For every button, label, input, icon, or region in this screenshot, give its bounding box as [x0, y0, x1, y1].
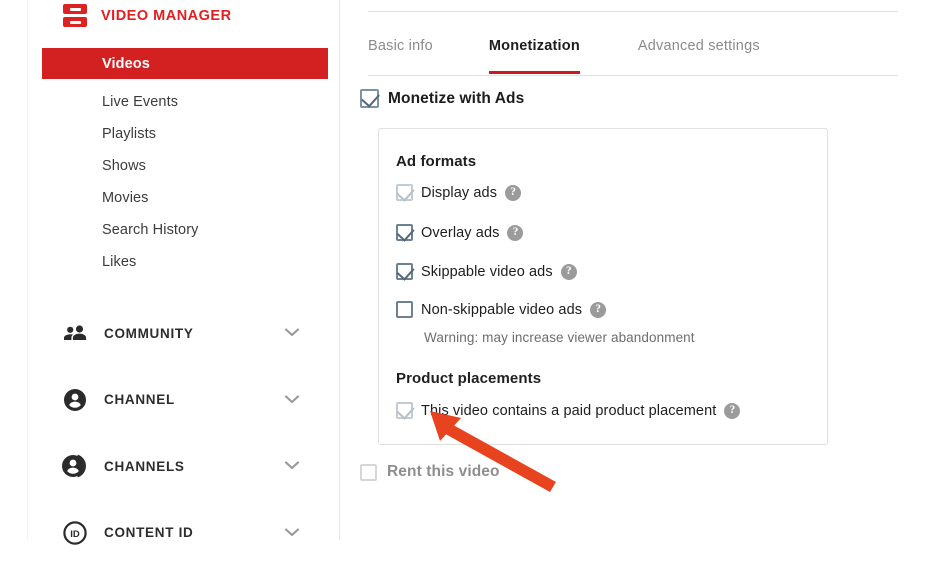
help-icon[interactable]: ?: [590, 302, 606, 318]
sidebar-item-videos-label: Videos: [102, 56, 150, 72]
non-skippable-video-ads-row[interactable]: Non-skippable video ads ?: [396, 301, 606, 318]
skippable-video-ads-row[interactable]: Skippable video ads ?: [396, 263, 577, 280]
help-icon[interactable]: ?: [505, 185, 521, 201]
tab-advanced-settings[interactable]: Advanced settings: [638, 38, 760, 74]
sidebar-section-channels[interactable]: CHANNELS: [62, 433, 322, 500]
sidebar-section-channel-label: CHANNEL: [104, 392, 175, 407]
sidebar-section-community[interactable]: COMMUNITY: [62, 300, 322, 367]
chevron-down-icon[interactable]: [284, 524, 300, 542]
sidebar-item-live-events-label: Live Events: [102, 94, 178, 110]
people-icon: [62, 320, 88, 346]
brand-video-manager[interactable]: VIDEO MANAGER: [63, 3, 232, 29]
tab-basic-info[interactable]: Basic info: [368, 38, 433, 74]
sidebar-nav-list: Live Events Playlists Shows Movies Searc…: [102, 86, 199, 278]
video-manager-app: VIDEO MANAGER Videos Live Events Playlis…: [0, 0, 940, 540]
tab-monetization-label: Monetization: [489, 38, 580, 54]
skippable-video-ads-checkbox[interactable]: [396, 263, 413, 280]
sidebar-item-likes[interactable]: Likes: [102, 246, 199, 278]
sidebar-item-likes-label: Likes: [102, 254, 136, 270]
product-placement-label: This video contains a paid product place…: [421, 403, 716, 419]
content-id-icon: ID: [62, 520, 88, 546]
monetize-with-ads-checkbox[interactable]: [360, 89, 379, 108]
sidebar-left-divider: [27, 0, 28, 540]
sidebar-section-content-id[interactable]: ID CONTENT ID: [62, 500, 322, 566]
overlay-ads-label: Overlay ads: [421, 225, 499, 241]
chevron-down-icon[interactable]: [284, 324, 300, 342]
skippable-video-ads-label: Skippable video ads: [421, 264, 553, 280]
sidebar-item-search-history[interactable]: Search History: [102, 214, 199, 246]
tab-basic-info-label: Basic info: [368, 38, 433, 54]
monetization-options-panel: Ad formats Display ads ? Overlay ads ? S…: [378, 128, 828, 445]
sidebar-item-playlists[interactable]: Playlists: [102, 118, 199, 150]
rent-this-video-row[interactable]: Rent this video: [360, 463, 500, 481]
overlay-ads-checkbox[interactable]: [396, 224, 413, 241]
product-placements-heading: Product placements: [396, 370, 541, 387]
non-skippable-warning-text: Warning: may increase viewer abandonment: [424, 330, 695, 345]
tab-bar: Basic info Monetization Advanced setting…: [368, 38, 760, 76]
non-skippable-video-ads-checkbox[interactable]: [396, 301, 413, 318]
chevron-down-icon[interactable]: [284, 391, 300, 409]
tab-bar-divider: [368, 75, 898, 76]
display-ads-row[interactable]: Display ads ?: [396, 184, 521, 201]
person-circle-icon: [62, 387, 88, 413]
svg-text:ID: ID: [70, 529, 80, 540]
rent-this-video-checkbox[interactable]: [360, 464, 377, 481]
help-icon[interactable]: ?: [561, 264, 577, 280]
sidebar-item-playlists-label: Playlists: [102, 126, 156, 142]
sidebar-sections: COMMUNITY CHANNEL: [62, 300, 322, 566]
product-placement-checkbox[interactable]: [396, 402, 413, 419]
sidebar-item-videos[interactable]: Videos: [42, 48, 328, 79]
main-content: Basic info Monetization Advanced setting…: [340, 0, 940, 540]
sidebar-item-movies-label: Movies: [102, 190, 149, 206]
sidebar-item-shows[interactable]: Shows: [102, 150, 199, 182]
monetize-with-ads-label: Monetize with Ads: [388, 90, 524, 108]
non-skippable-video-ads-label: Non-skippable video ads: [421, 302, 582, 318]
brand-label: VIDEO MANAGER: [101, 8, 232, 24]
overlay-ads-row[interactable]: Overlay ads ?: [396, 224, 523, 241]
monetize-with-ads-row[interactable]: Monetize with Ads: [360, 89, 524, 108]
help-icon[interactable]: ?: [507, 225, 523, 241]
sidebar-section-content-id-label: CONTENT ID: [104, 525, 194, 540]
sidebar-section-channel[interactable]: CHANNEL: [62, 367, 322, 434]
sidebar-item-shows-label: Shows: [102, 158, 146, 174]
product-placement-row[interactable]: This video contains a paid product place…: [396, 402, 740, 419]
help-icon[interactable]: ?: [724, 403, 740, 419]
top-divider: [368, 11, 898, 12]
sidebar-section-channels-label: CHANNELS: [104, 459, 185, 474]
sidebar-item-movies[interactable]: Movies: [102, 182, 199, 214]
sidebar: VIDEO MANAGER Videos Live Events Playlis…: [0, 0, 340, 540]
video-manager-logo-icon: [63, 4, 87, 28]
tab-monetization[interactable]: Monetization: [489, 38, 580, 74]
rent-this-video-label: Rent this video: [387, 463, 500, 481]
ad-formats-heading: Ad formats: [396, 153, 476, 170]
person-circle-stack-icon: [62, 453, 88, 479]
sidebar-section-community-label: COMMUNITY: [104, 326, 194, 341]
sidebar-item-search-history-label: Search History: [102, 222, 199, 238]
display-ads-label: Display ads: [421, 185, 497, 201]
sidebar-item-live-events[interactable]: Live Events: [102, 86, 199, 118]
display-ads-checkbox[interactable]: [396, 184, 413, 201]
tab-advanced-settings-label: Advanced settings: [638, 38, 760, 54]
chevron-down-icon[interactable]: [284, 457, 300, 475]
